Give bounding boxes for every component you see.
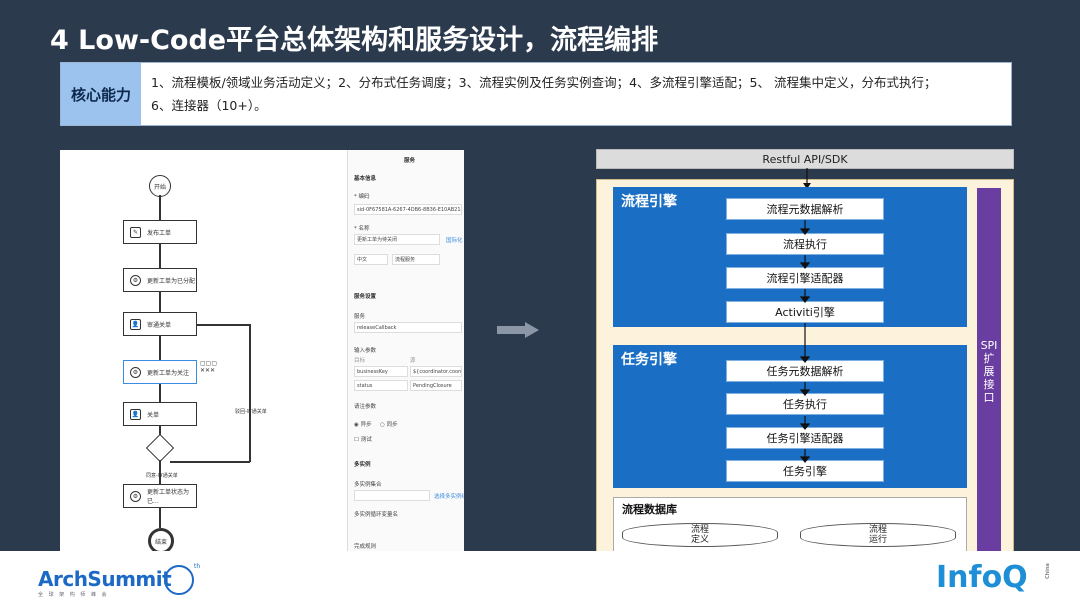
spi-extension-bar: SPI 扩 展 接 口	[977, 188, 1001, 554]
mode-sync-radio[interactable]: ○ 同步	[380, 420, 398, 428]
mode-label: 请注参数	[354, 404, 377, 410]
multi-instance-section[interactable]: 多实例	[354, 460, 371, 468]
task-node-close: 👤 关单	[123, 402, 197, 426]
task-node-review: 👤 审通关单	[123, 312, 197, 336]
basic-info-section[interactable]: 基本信息	[354, 174, 376, 182]
task-engine-title: 任务引擎	[621, 352, 677, 368]
end-event: 结束	[148, 528, 174, 551]
service-icon: ⚙	[130, 366, 141, 378]
task-node-final: ⚙ 更新工单状态为已...	[123, 484, 197, 508]
flow-step-2: 流程执行	[726, 233, 884, 255]
multi-var-label: 多实例循环变量名	[354, 512, 399, 518]
i18n-link[interactable]: 国际化	[446, 236, 463, 244]
user-icon: 👤	[130, 318, 141, 330]
lang-value-field[interactable]: 流程服务	[392, 254, 440, 265]
db-runtime-cylinder: 流程 运行	[800, 523, 956, 547]
slide-title: 4 Low-Code平台总体架构和服务设计，流程编排	[50, 25, 659, 56]
input-r2-source[interactable]: PendingClosure	[410, 380, 462, 391]
archsummit-logo: ArchSummit 全 球 架 构 师 峰 会	[38, 567, 172, 598]
multi-collection-field[interactable]	[354, 490, 430, 501]
task-engine-box: 任务引擎 任务元数据解析 任务执行 任务引擎适配器 任务引擎	[613, 345, 967, 488]
core-capability-text: 1、流程模板/领域业务活动定义；2、分布式任务调度；3、流程实例及任务实例查询；…	[151, 71, 1001, 117]
approve-label: 同意-审通关单	[146, 473, 178, 479]
infoq-logo: InfoQ China	[936, 560, 1051, 595]
flow-step-1: 流程元数据解析	[726, 198, 884, 220]
input-params-label: 输入参数	[354, 348, 377, 354]
input-col-target: 目标	[354, 358, 366, 364]
db-definition-cylinder: 流程 定义	[622, 523, 778, 547]
service-field[interactable]: releaseCallback	[354, 322, 462, 333]
input-r2-target[interactable]: status	[354, 380, 408, 391]
service-icon: ⚙	[130, 490, 141, 502]
flow-database-title: 流程数据库	[622, 503, 677, 516]
name-label: * 名称	[354, 226, 370, 232]
flow-engine-title: 流程引擎	[621, 194, 677, 210]
service-settings-section[interactable]: 服务设置	[354, 292, 376, 300]
task-step-4: 任务引擎	[726, 460, 884, 482]
service-icon: ⚙	[130, 274, 141, 286]
core-capability-box: 核心能力 1、流程模板/领域业务活动定义；2、分布式任务调度；3、流程实例及任务…	[60, 62, 1012, 126]
complete-rule-label: 完成规则	[354, 544, 377, 550]
task-step-2: 任务执行	[726, 393, 884, 415]
task-step-1: 任务元数据解析	[726, 360, 884, 382]
bpmn-designer-screenshot: 开始 ✎ 发布工单 ⚙ 更新工单为已分配 👤 审通关单 ⚙ 更新工单为关注 ▢▢▢ ✕✕✕…	[60, 150, 464, 551]
core-capability-label: 核心能力	[61, 63, 141, 125]
panel-header: 服务	[404, 158, 416, 164]
right-arrow-icon	[497, 322, 539, 338]
gateway	[145, 433, 175, 463]
input-r1-source[interactable]: ${coordinator.coordainId}	[410, 366, 462, 377]
task-node-publish: ✎ 发布工单	[123, 220, 197, 244]
task-icon: ✎	[130, 226, 141, 238]
mode-test-checkbox[interactable]: ☐ 测试	[354, 435, 372, 443]
flow-step-3: 流程引擎适配器	[726, 267, 884, 289]
multi-collection-label: 多实例集合	[354, 482, 382, 488]
multi-link[interactable]: 选择多实例组	[434, 492, 464, 500]
flow-step-4: Activiti引擎	[726, 301, 884, 323]
reject-label: 驳回-审通关单	[235, 409, 267, 415]
properties-panel: 服务 基本信息 * 编码 sid-0F67581A-6267-4DB6-8B36…	[347, 150, 464, 551]
anniversary-logo: th	[164, 563, 200, 595]
service-label: 服务	[354, 314, 366, 320]
start-event: 开始	[149, 175, 171, 197]
context-pad: ▢▢▢ ✕✕✕	[200, 360, 218, 374]
lang-select[interactable]: 中文	[354, 254, 388, 265]
input-r1-target[interactable]: businessKey	[354, 366, 408, 377]
task-node-assigned: ⚙ 更新工单为已分配	[123, 268, 197, 292]
api-bar: Restful API/SDK	[596, 149, 1014, 169]
name-field[interactable]: 更新工单为待关闭	[354, 234, 440, 245]
mode-async-radio[interactable]: ◉ 异步	[354, 420, 372, 428]
task-step-3: 任务引擎适配器	[726, 427, 884, 449]
code-label: * 编码	[354, 194, 370, 200]
checkbox-icon: ☐	[354, 437, 361, 443]
code-field[interactable]: sid-0F67581A-6267-4DB6-8B36-E10AB2180E0A	[354, 204, 462, 215]
input-col-source: 源	[410, 358, 416, 364]
architecture-diagram: 流程引擎 流程元数据解析 流程执行 流程引擎适配器 Activiti引擎 任务引…	[596, 168, 1014, 563]
task-node-selected: ⚙ 更新工单为关注	[123, 360, 197, 384]
capability-line-2: 6、连接器（10+）。	[151, 98, 267, 113]
flow-database-box: 流程数据库 流程 定义 流程 运行	[613, 497, 967, 555]
flow-engine-box: 流程引擎 流程元数据解析 流程执行 流程引擎适配器 Activiti引擎	[613, 187, 967, 327]
capability-line-1: 1、流程模板/领域业务活动定义；2、分布式任务调度；3、流程实例及任务实例查询；…	[151, 75, 937, 90]
user-icon: 👤	[130, 408, 141, 420]
